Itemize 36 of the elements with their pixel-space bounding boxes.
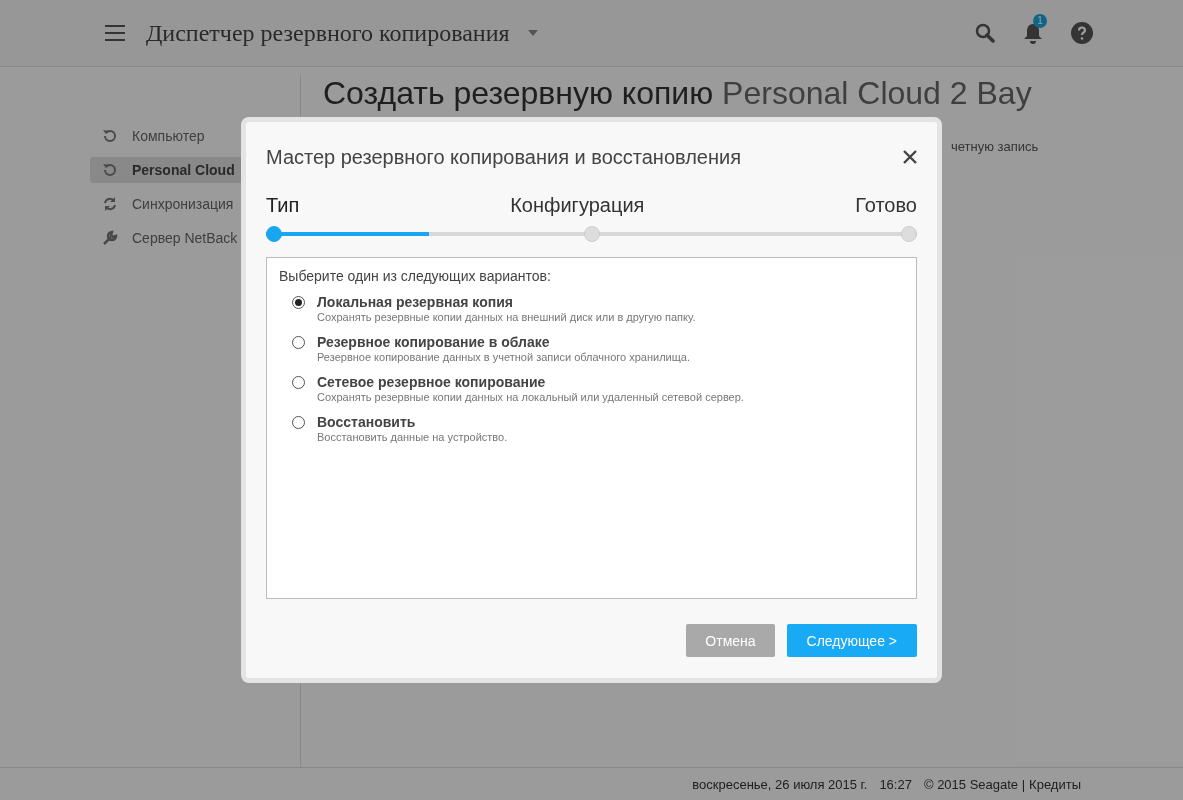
step-label: Конфигурация — [510, 194, 645, 217]
sync-icon — [102, 196, 118, 212]
copyright-text: © 2015 Seagate | — [923, 776, 1026, 792]
footer-date: воскресенье, 26 июля 2015 г. — [692, 776, 868, 792]
step-label: Тип — [266, 194, 300, 217]
credits-link[interactable]: Кредиты — [1029, 776, 1081, 792]
next-button[interactable]: Следующее > — [786, 624, 917, 657]
option-label[interactable]: Локальная резервная копия — [317, 294, 696, 310]
wrench-icon — [102, 230, 118, 246]
radio-button[interactable] — [292, 296, 305, 309]
radio-button[interactable] — [292, 416, 305, 429]
close-icon[interactable] — [903, 150, 917, 164]
history-icon — [102, 128, 118, 144]
page-title: Создать резервную копию Personal Cloud 2 Bay — [323, 75, 1033, 112]
radio-button[interactable] — [292, 376, 305, 389]
sidebar-item[interactable]: Сервер NetBack — [90, 225, 300, 251]
options-prompt: Выберите один из следующих вариантов: — [279, 268, 552, 284]
radio-button[interactable] — [292, 336, 305, 349]
option-description: Резервное копирование данных в учетной записи облачного хранилища. — [317, 351, 690, 363]
option-description: Восстановить данные на устройство. — [317, 431, 508, 443]
notification-badge: 1 — [1033, 14, 1047, 28]
option-label[interactable]: Резервное копирование в облаке — [317, 334, 690, 350]
footer-time: 16:27 — [879, 776, 912, 792]
option-label[interactable]: Сетевое резервное копирование — [317, 374, 744, 390]
bell-icon[interactable] — [1023, 22, 1043, 44]
step-label: Готово — [855, 194, 917, 217]
help-icon[interactable] — [1071, 22, 1093, 44]
option-description: Сохранять резервные копии данных на внешний диск или в другую папку. — [317, 311, 696, 323]
search-icon[interactable] — [975, 23, 995, 43]
page-subtitle: четную запись — [951, 139, 1040, 154]
option-label[interactable]: Восстановить — [317, 414, 508, 430]
menu-icon[interactable] — [104, 24, 126, 42]
caret-icon[interactable] — [527, 30, 538, 36]
app-title[interactable]: Диспетчер резервного копирования — [146, 19, 510, 47]
history-icon — [102, 162, 118, 178]
option-description: Сохранять резервные копии данных на локальный или удаленный сетевой сервер. — [317, 391, 744, 403]
